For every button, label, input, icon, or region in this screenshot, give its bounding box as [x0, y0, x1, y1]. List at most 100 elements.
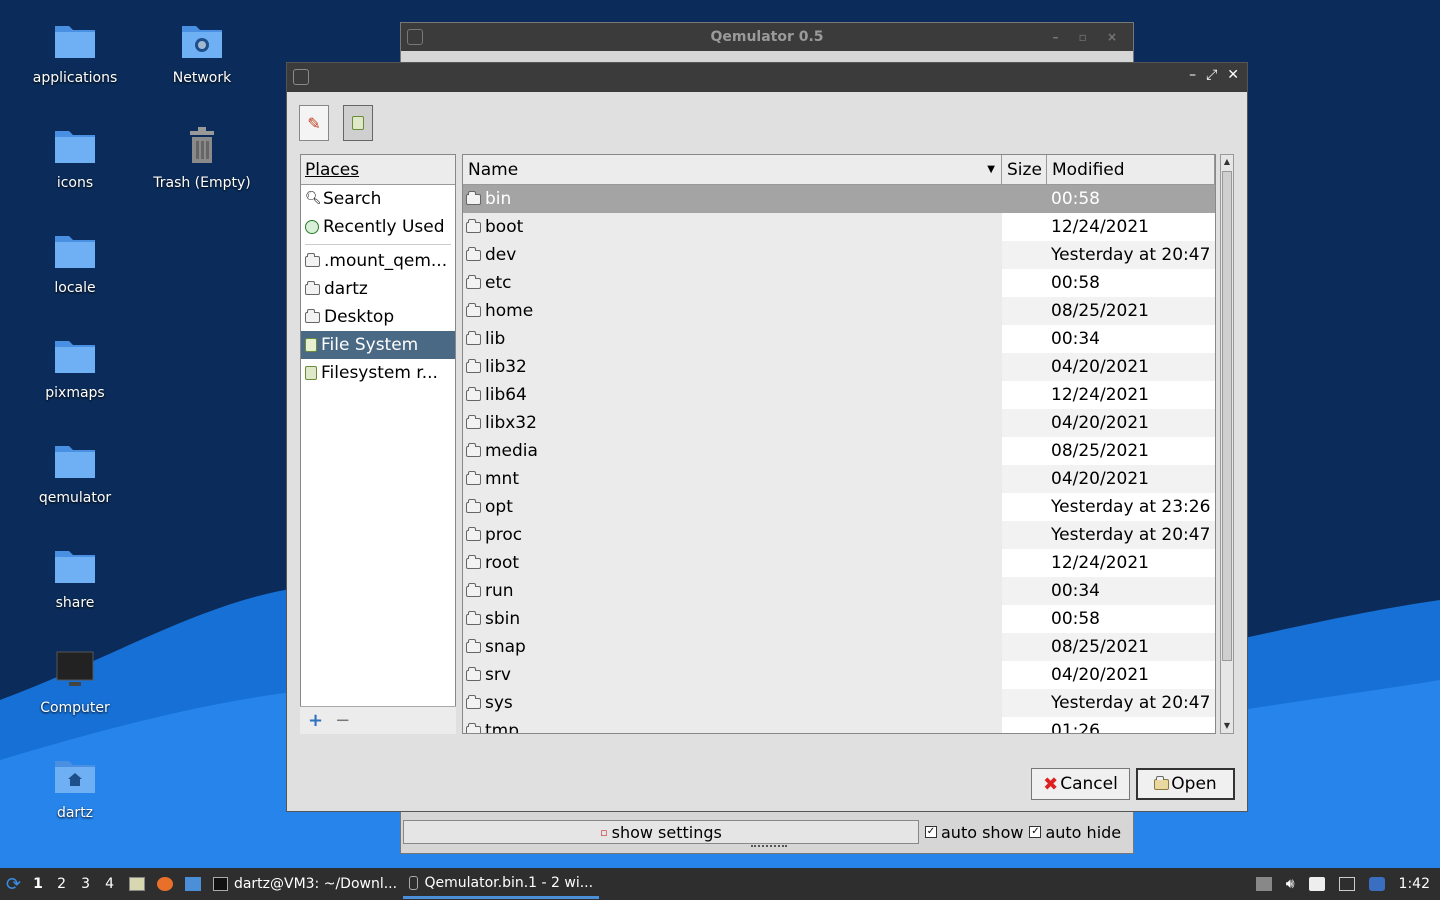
- places-actions: + −: [300, 706, 456, 734]
- place-item-desktop[interactable]: Desktop: [301, 303, 455, 331]
- add-bookmark-icon[interactable]: +: [308, 710, 323, 731]
- file-row-proc[interactable]: proc Yesterday at 20:47: [463, 521, 1215, 549]
- desktop-icon-applications[interactable]: applications: [10, 16, 140, 86]
- start-menu-button[interactable]: ⟳: [0, 868, 27, 900]
- cancel-button[interactable]: ✖ Cancel: [1031, 768, 1130, 800]
- file-row-media[interactable]: media 08/25/2021: [463, 437, 1215, 465]
- show-settings-button[interactable]: ▫ show settings: [403, 820, 919, 844]
- place-item-file-system[interactable]: File System: [301, 331, 455, 359]
- desktop-icon-trash[interactable]: Trash (Empty): [137, 121, 267, 191]
- filesystem-path-button[interactable]: [343, 105, 373, 141]
- folder-icon: [466, 470, 481, 485]
- eject-icon[interactable]: [1255, 877, 1272, 891]
- file-modified: 00:34: [1047, 577, 1215, 605]
- file-name: proc: [485, 525, 523, 545]
- file-row-srv[interactable]: srv 04/20/2021: [463, 661, 1215, 689]
- desktop-icon-home[interactable]: dartz: [10, 751, 140, 821]
- file-list-scrollbar[interactable]: ▲ ▼: [1220, 154, 1234, 734]
- file-chooser-dialog[interactable]: – ⤢ ✕ ✎ Places 🔍︎ Search Recently Used .…: [286, 62, 1248, 812]
- column-header-name[interactable]: Name ▼: [463, 155, 1002, 184]
- file-name-cell: dev: [463, 241, 1002, 269]
- clipboard-icon[interactable]: [1308, 877, 1325, 891]
- desktop-icon-icons[interactable]: icons: [10, 121, 140, 191]
- auto-hide-checkbox[interactable]: ✓ auto hide: [1029, 823, 1121, 842]
- workspace-3[interactable]: 3: [75, 868, 99, 900]
- open-button[interactable]: Open: [1136, 768, 1235, 800]
- file-row-lib32[interactable]: lib32 04/20/2021: [463, 353, 1215, 381]
- file-row-dev[interactable]: dev Yesterday at 20:47: [463, 241, 1215, 269]
- scrollbar-thumb[interactable]: [1222, 171, 1232, 661]
- scroll-down-icon[interactable]: ▼: [1221, 719, 1233, 733]
- clock[interactable]: 1:42: [1399, 876, 1430, 892]
- file-row-lib[interactable]: lib 00:34: [463, 325, 1215, 353]
- desktop-icon-qemulator[interactable]: qemulator: [10, 436, 140, 506]
- show-desktop-launcher[interactable]: [179, 868, 207, 900]
- file-row-boot[interactable]: boot 12/24/2021: [463, 213, 1215, 241]
- file-size: [1002, 213, 1047, 241]
- file-size: [1002, 465, 1047, 493]
- file-modified: 12/24/2021: [1051, 217, 1149, 237]
- volume-icon[interactable]: 🔊︎: [1286, 876, 1295, 892]
- file-size: [1002, 717, 1047, 733]
- file-row-tmp[interactable]: tmp 01:26: [463, 717, 1215, 733]
- file-row-root[interactable]: root 12/24/2021: [463, 549, 1215, 577]
- file-rows: bin 00:58 boot 12/24/2021 dev Yesterday at 20…: [463, 185, 1215, 733]
- workspace-2[interactable]: 2: [51, 868, 75, 900]
- desktop-icon: [185, 877, 202, 891]
- desktop-icon-label: pixmaps: [45, 385, 105, 401]
- file-size: [1002, 353, 1047, 381]
- scroll-up-icon[interactable]: ▲: [1221, 155, 1233, 169]
- task-qemulator[interactable]: Qemulator.bin.1 - 2 wi...: [403, 869, 600, 899]
- auto-show-checkbox[interactable]: ✓ auto show: [925, 823, 1023, 842]
- file-size: [1002, 549, 1047, 577]
- desktop-icon-pixmaps[interactable]: pixmaps: [10, 331, 140, 401]
- network-icon[interactable]: [1338, 877, 1355, 891]
- desktop-icon-share[interactable]: share: [10, 541, 140, 611]
- dialog-titlebar[interactable]: – ⤢ ✕: [287, 63, 1247, 92]
- file-row-etc[interactable]: etc 00:58: [463, 269, 1215, 297]
- firefox-launcher[interactable]: [151, 868, 179, 900]
- desktop-icon-computer[interactable]: Computer: [10, 646, 140, 716]
- column-header-size[interactable]: Size: [1002, 155, 1047, 184]
- notification-icon[interactable]: [1368, 877, 1385, 891]
- window-controls: – ▫ ×: [1052, 30, 1125, 44]
- remove-bookmark-icon[interactable]: −: [335, 710, 350, 731]
- task-terminal[interactable]: dartz@VM3: ~/Downl...: [207, 868, 403, 900]
- file-row-snap[interactable]: snap 08/25/2021: [463, 633, 1215, 661]
- file-row-lib64[interactable]: lib64 12/24/2021: [463, 381, 1215, 409]
- maximize-icon[interactable]: ⤢: [1206, 67, 1217, 83]
- place-item-search[interactable]: 🔍︎ Search: [301, 185, 455, 213]
- file-row-mnt[interactable]: mnt 04/20/2021: [463, 465, 1215, 493]
- qemulator-titlebar[interactable]: Qemulator 0.5 – ▫ ×: [401, 23, 1133, 51]
- place-item-mount-qem[interactable]: .mount_qem...: [301, 247, 455, 275]
- file-modified: 08/25/2021: [1047, 633, 1215, 661]
- file-row-run[interactable]: run 00:34: [463, 577, 1215, 605]
- close-icon[interactable]: ✕: [1227, 67, 1239, 83]
- type-location-button[interactable]: ✎: [299, 105, 329, 141]
- file-row-opt[interactable]: opt Yesterday at 23:26: [463, 493, 1215, 521]
- minimize-icon[interactable]: –: [1189, 67, 1196, 83]
- file-name: lib32: [485, 357, 527, 377]
- place-label: Filesystem r...: [321, 363, 438, 383]
- file-row-sbin[interactable]: sbin 00:58: [463, 605, 1215, 633]
- column-header-modified[interactable]: Modified: [1047, 155, 1215, 184]
- resize-grip[interactable]: [751, 845, 787, 849]
- desktop-icon-locale[interactable]: locale: [10, 226, 140, 296]
- folder-icon: [466, 330, 481, 345]
- file-row-sys[interactable]: sys Yesterday at 20:47: [463, 689, 1215, 717]
- folder-icon: [466, 722, 481, 733]
- computer-icon: [56, 651, 94, 686]
- places-header[interactable]: Places: [301, 155, 455, 185]
- file-name: mnt: [485, 469, 519, 489]
- file-row-home[interactable]: home 08/25/2021: [463, 297, 1215, 325]
- file-manager-launcher[interactable]: [123, 868, 151, 900]
- workspace-4[interactable]: 4: [99, 868, 123, 900]
- place-item-recently-used[interactable]: Recently Used: [301, 213, 455, 241]
- place-label: Search: [323, 189, 382, 209]
- file-row-libx32[interactable]: libx32 04/20/2021: [463, 409, 1215, 437]
- file-row-bin[interactable]: bin 00:58: [463, 185, 1215, 213]
- desktop-icon-network[interactable]: Network: [137, 16, 267, 86]
- workspace-1[interactable]: 1: [27, 868, 51, 900]
- place-item-filesystem-root[interactable]: Filesystem r...: [301, 359, 455, 387]
- place-item-dartz[interactable]: dartz: [301, 275, 455, 303]
